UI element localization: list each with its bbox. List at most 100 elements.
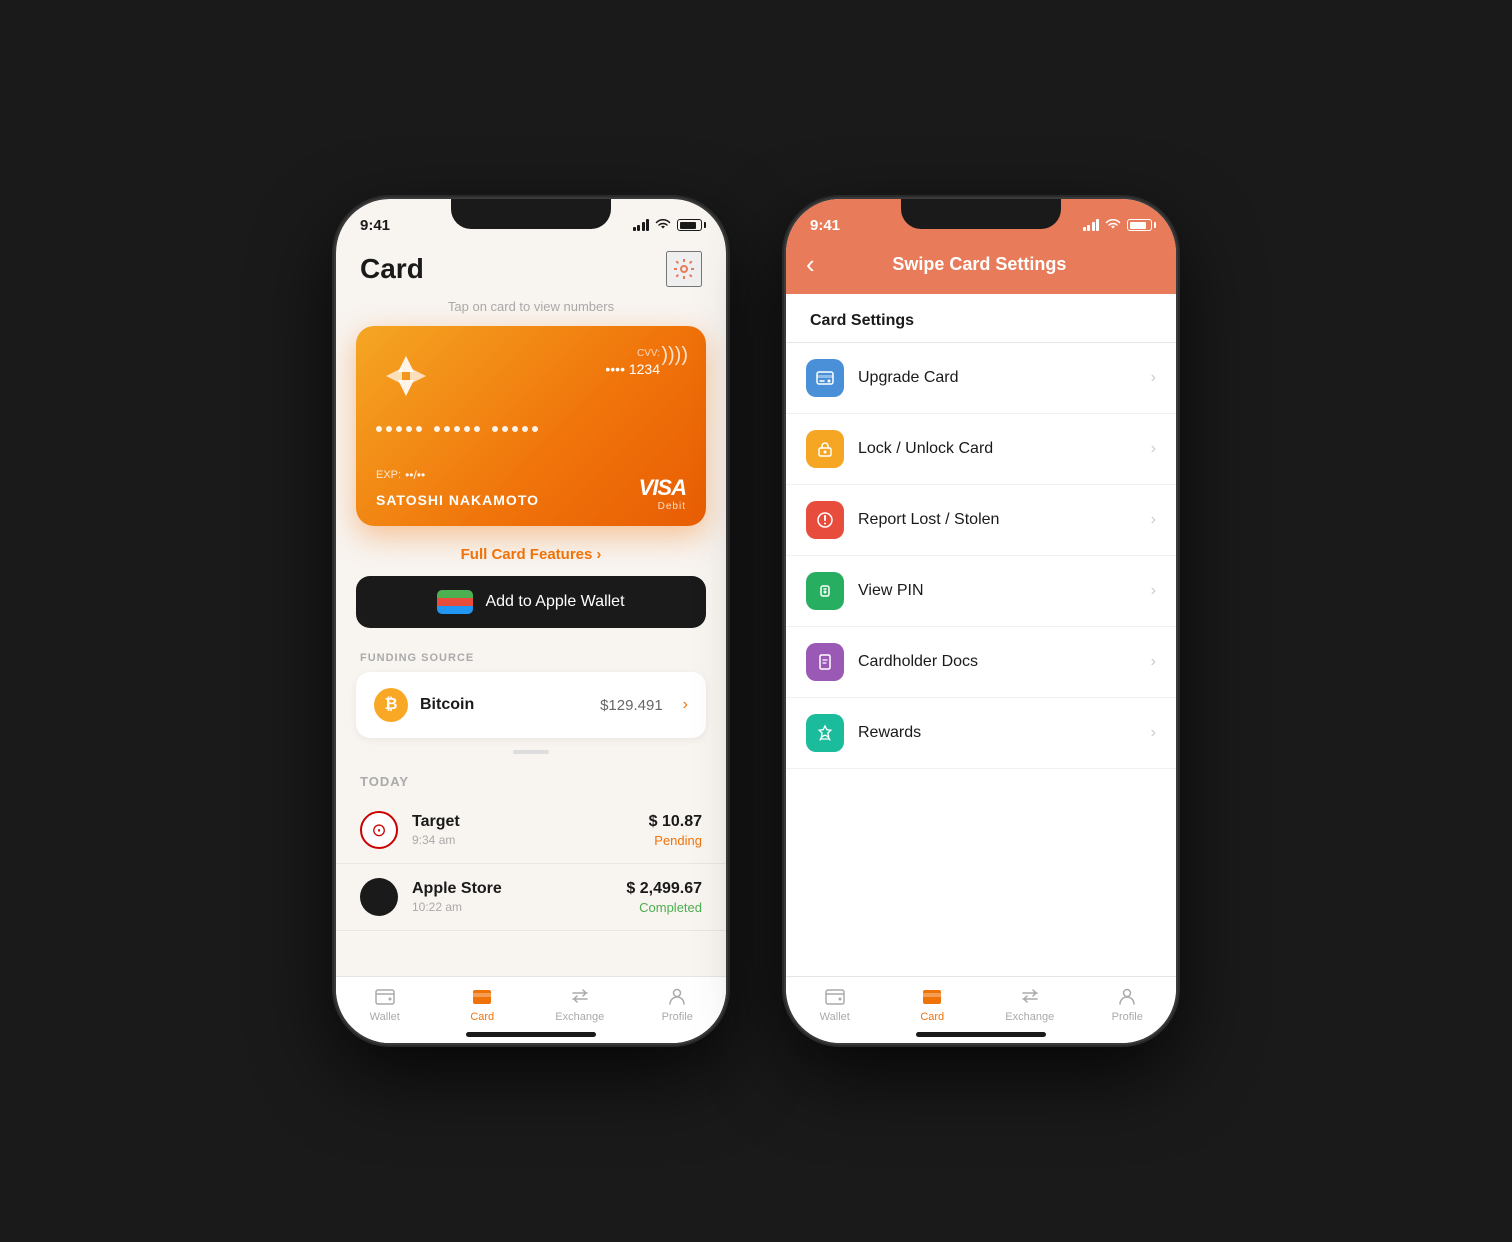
battery-icon xyxy=(677,219,702,231)
upgrade-chevron-icon: › xyxy=(1151,369,1156,387)
nav-item-exchange-2[interactable]: Exchange xyxy=(981,985,1079,1023)
full-card-features-link[interactable]: Full Card Features › xyxy=(461,546,602,563)
card-screen: 9:41 Card xyxy=(336,199,726,1043)
nav-item-wallet-2[interactable]: Wallet xyxy=(786,985,884,1023)
apple-wallet-text: Add to Apple Wallet xyxy=(485,593,624,611)
card-header: Card xyxy=(336,243,726,299)
nav-label-card-2: Card xyxy=(920,1011,944,1023)
funding-row[interactable]: ₿ Bitcoin $129.491 › xyxy=(356,672,706,738)
card-dots-2 xyxy=(434,426,480,432)
wallet-nav-icon-2 xyxy=(824,985,846,1007)
nav-label-wallet-2: Wallet xyxy=(820,1011,850,1023)
report-lost-icon xyxy=(806,501,844,539)
tx-details-target: Target 9:34 am xyxy=(412,813,635,847)
nav-item-card-2[interactable]: Card xyxy=(884,985,982,1023)
card-expiry: EXP: ••/•• xyxy=(376,468,425,482)
nav-label-profile: Profile xyxy=(662,1011,693,1023)
card-nav-icon xyxy=(471,985,493,1007)
profile-nav-icon xyxy=(666,985,688,1007)
back-button[interactable]: ‹ xyxy=(806,249,815,280)
phone-2: 9:41 ‹ Swipe xyxy=(786,199,1176,1043)
transaction-row[interactable]: ⊙ Target 9:34 am $ 10.87 Pending xyxy=(336,797,726,864)
cardholder-docs-icon xyxy=(806,643,844,681)
rewards-label: Rewards xyxy=(858,724,1137,742)
funding-source-label: FUNDING SOURCE xyxy=(336,644,726,672)
apple-store-icon xyxy=(360,878,398,916)
card-nav-icon-2 xyxy=(921,985,943,1007)
status-time-2: 9:41 xyxy=(810,217,840,234)
phone-1-screen: 9:41 Card xyxy=(336,199,726,1043)
settings-item-docs[interactable]: Cardholder Docs › xyxy=(786,627,1176,698)
settings-item-pin[interactable]: View PIN › xyxy=(786,556,1176,627)
status-time: 9:41 xyxy=(360,217,390,234)
card-name: SATOSHI NAKAMOTO xyxy=(376,492,539,508)
lock-chevron-icon: › xyxy=(1151,440,1156,458)
lock-card-label: Lock / Unlock Card xyxy=(858,440,1137,458)
tx-time-apple: 10:22 am xyxy=(412,900,612,914)
settings-item-upgrade[interactable]: Upgrade Card › xyxy=(786,343,1176,414)
battery-fill xyxy=(680,222,696,229)
transaction-row-apple[interactable]: Apple Store 10:22 am $ 2,499.67 Complete… xyxy=(336,864,726,931)
wallet-icon xyxy=(437,590,473,614)
nav-item-exchange[interactable]: Exchange xyxy=(531,985,629,1023)
phone-2-screen: 9:41 ‹ Swipe xyxy=(786,199,1176,1043)
card-visa: VISA Debit xyxy=(639,475,686,512)
nav-item-card[interactable]: Card xyxy=(434,985,532,1023)
settings-page-title: Swipe Card Settings xyxy=(829,254,1130,275)
full-card-features: Full Card Features › xyxy=(336,542,726,576)
nav-label-profile-2: Profile xyxy=(1112,1011,1143,1023)
tx-amount-apple: $ 2,499.67 Completed xyxy=(626,880,702,915)
card-settings-label: Card Settings xyxy=(786,294,1176,343)
lock-card-icon xyxy=(806,430,844,468)
scroll-indicator xyxy=(336,738,726,762)
funding-chevron-icon: › xyxy=(683,696,688,714)
credit-card[interactable]: )))) CVV: •••• 1234 xyxy=(356,326,706,526)
bitcoin-icon: ₿ xyxy=(374,688,408,722)
phone-1: 9:41 Card xyxy=(336,199,726,1043)
tx-amount-target: $ 10.87 Pending xyxy=(649,813,702,848)
nav-label-card: Card xyxy=(470,1011,494,1023)
nav-item-wallet[interactable]: Wallet xyxy=(336,985,434,1023)
cardholder-docs-label: Cardholder Docs xyxy=(858,653,1137,671)
report-chevron-icon: › xyxy=(1151,511,1156,529)
report-lost-label: Report Lost / Stolen xyxy=(858,511,1137,529)
battery-icon-2 xyxy=(1127,219,1152,231)
settings-button[interactable] xyxy=(666,251,702,287)
settings-list: Upgrade Card › Lock / Unlock Card › xyxy=(786,343,1176,769)
funding-amount: $129.491 xyxy=(600,697,663,714)
apple-wallet-button[interactable]: Add to Apple Wallet xyxy=(356,576,706,628)
status-icons-2 xyxy=(1083,219,1153,231)
exchange-nav-icon xyxy=(569,985,591,1007)
tx-name: Target xyxy=(412,813,635,831)
tx-details-apple: Apple Store 10:22 am xyxy=(412,880,612,914)
card-logo xyxy=(376,346,436,406)
view-pin-label: View PIN xyxy=(858,582,1137,600)
wifi-icon-2 xyxy=(1105,219,1121,231)
settings-item-lock[interactable]: Lock / Unlock Card › xyxy=(786,414,1176,485)
view-pin-icon xyxy=(806,572,844,610)
home-indicator-2 xyxy=(916,1032,1046,1037)
wifi-icon xyxy=(655,219,671,231)
today-label: TODAY xyxy=(336,762,726,797)
rewards-icon xyxy=(806,714,844,752)
exchange-nav-icon-2 xyxy=(1019,985,1041,1007)
signal-icon xyxy=(633,219,650,231)
settings-item-report[interactable]: Report Lost / Stolen › xyxy=(786,485,1176,556)
nav-label-exchange: Exchange xyxy=(555,1011,604,1023)
notch xyxy=(451,199,611,229)
rewards-chevron-icon: › xyxy=(1151,724,1156,742)
nav-item-profile[interactable]: Profile xyxy=(629,985,727,1023)
nav-label-wallet: Wallet xyxy=(370,1011,400,1023)
signal-icon-2 xyxy=(1083,219,1100,231)
settings-item-rewards[interactable]: Rewards › xyxy=(786,698,1176,769)
tap-hint: Tap on card to view numbers xyxy=(336,299,726,314)
tx-time: 9:34 am xyxy=(412,833,635,847)
pin-chevron-icon: › xyxy=(1151,582,1156,600)
chevron-right-icon: › xyxy=(596,546,601,563)
upgrade-card-label: Upgrade Card xyxy=(858,369,1137,387)
status-icons xyxy=(633,219,703,231)
docs-chevron-icon: › xyxy=(1151,653,1156,671)
card-dots-1 xyxy=(376,426,422,432)
nav-item-profile-2[interactable]: Profile xyxy=(1079,985,1177,1023)
tx-name-apple: Apple Store xyxy=(412,880,612,898)
